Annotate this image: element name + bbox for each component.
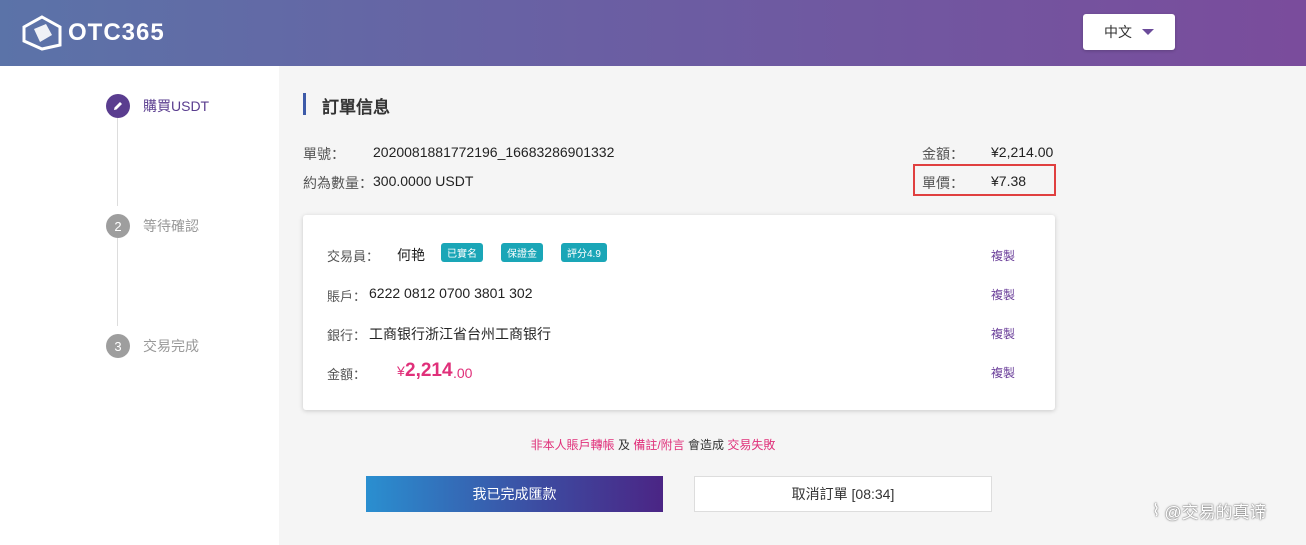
step-number: 3	[106, 334, 130, 358]
order-no-label: 單號：	[303, 146, 345, 162]
deposit-badge: 保證金	[501, 243, 543, 262]
order-no-value: 2020081881772196_16683286901332	[373, 144, 615, 160]
logo-text: OTC365	[68, 19, 165, 46]
pencil-icon	[106, 94, 130, 118]
price-highlight-box	[913, 164, 1056, 196]
chevron-down-icon	[1142, 29, 1154, 35]
warning-part: 會造成	[684, 438, 728, 452]
card-amount-label: 金額：	[327, 367, 367, 382]
amount-decimal: .00	[453, 365, 473, 381]
amount-value: ¥2,214.00	[991, 144, 1054, 160]
warning-part: 非本人賬戶轉帳	[530, 438, 615, 452]
page-title: 訂單信息	[322, 98, 390, 117]
step-connector	[117, 238, 118, 326]
step-label: 等待確認	[143, 218, 199, 234]
step-buy-usdt: 購買USDT	[106, 94, 209, 118]
rating-badge: 評分4.9	[561, 243, 607, 262]
quantity-value: 300.0000 USDT	[373, 173, 474, 189]
step-wait-confirm: 2 等待確認	[106, 214, 199, 238]
account-value: 6222 0812 0700 3801 302	[369, 285, 533, 301]
watermark-text: @交易的真谛	[1164, 503, 1267, 522]
warning-part: 及	[614, 438, 634, 452]
bank-label: 銀行：	[327, 328, 367, 343]
cancel-order-button[interactable]: 取消訂單 [08:34]	[694, 476, 992, 512]
top-header: OTC365 中文	[0, 0, 1306, 66]
logo-icon	[22, 15, 62, 51]
copy-account-button[interactable]: 複製	[991, 286, 1015, 303]
verified-badge: 已實名	[441, 243, 483, 262]
quantity-label: 約為數量：	[303, 175, 373, 191]
language-label: 中文	[1104, 24, 1132, 40]
copy-trader-button[interactable]: 複製	[991, 247, 1015, 264]
warning-part: 交易失敗	[727, 438, 776, 452]
amount-currency: ¥	[397, 363, 405, 379]
warning-part: 備註/附言	[633, 438, 685, 452]
language-select[interactable]: 中文	[1083, 14, 1175, 50]
warning-text: 非本人賬戶轉帳 及 備註/附言 會造成 交易失敗	[0, 436, 1306, 453]
zhihu-icon: ⌇	[1152, 500, 1161, 520]
bank-value: 工商银行浙江省台州工商银行	[369, 326, 551, 342]
logo[interactable]: OTC365	[22, 14, 165, 52]
step-label: 交易完成	[143, 338, 199, 354]
step-connector	[117, 118, 118, 206]
step-label: 購買USDT	[143, 98, 210, 114]
payment-done-button[interactable]: 我已完成匯款	[366, 476, 663, 512]
title-accent-bar	[303, 93, 306, 115]
watermark: ⌇ @交易的真谛	[1152, 498, 1267, 523]
amount-label: 金額：	[922, 146, 964, 162]
copy-amount-button[interactable]: 複製	[991, 364, 1015, 381]
step-complete: 3 交易完成	[106, 334, 199, 358]
steps-sidebar	[0, 66, 279, 545]
copy-bank-button[interactable]: 複製	[991, 325, 1015, 342]
account-label: 賬戶：	[327, 289, 367, 304]
step-number: 2	[106, 214, 130, 238]
amount-integer: 2,214	[405, 360, 453, 381]
trader-label: 交易員：	[327, 249, 380, 264]
trader-name: 何艳	[397, 247, 425, 263]
